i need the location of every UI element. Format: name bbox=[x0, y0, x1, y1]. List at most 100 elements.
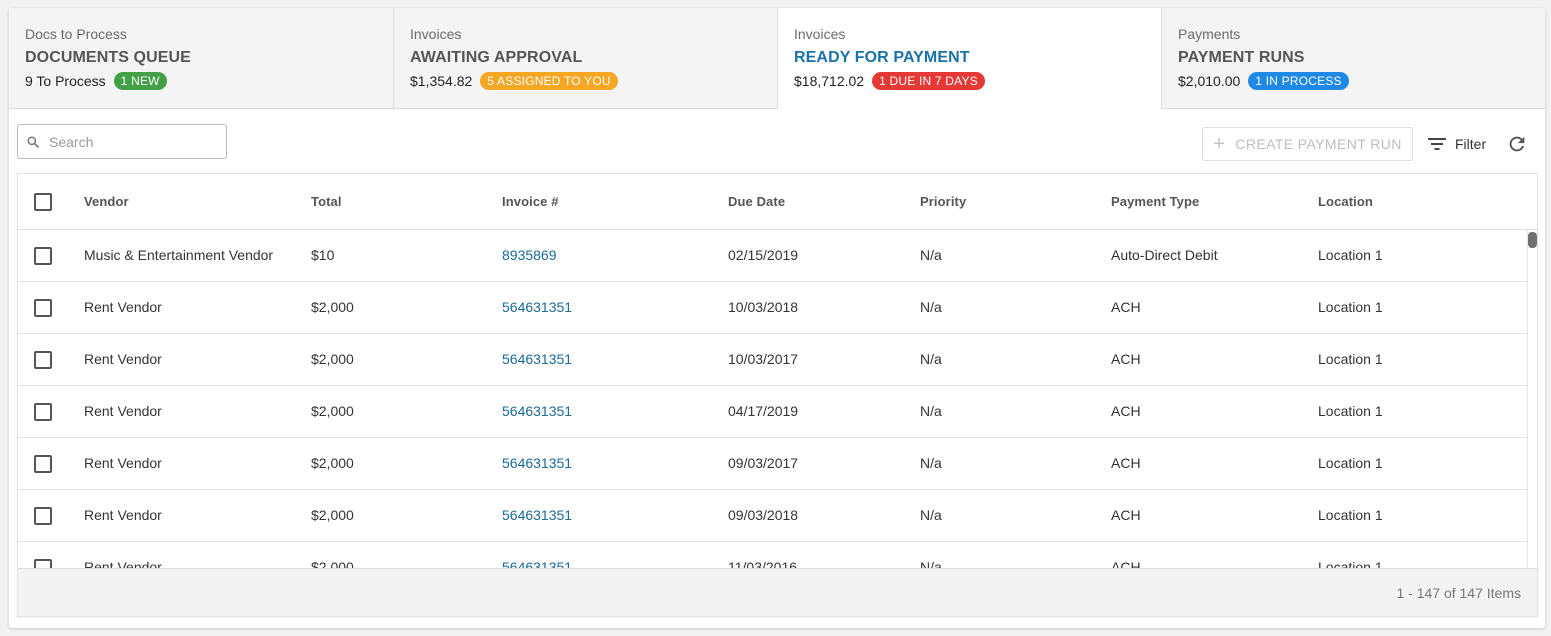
invoice-link[interactable]: 564631351 bbox=[502, 386, 572, 437]
cell-total: $2,000 bbox=[311, 403, 354, 419]
tab-amount: $2,010.00 bbox=[1178, 73, 1241, 89]
column-header-invoice[interactable]: Invoice # bbox=[502, 174, 559, 230]
cell-location: Location 1 bbox=[1318, 559, 1383, 568]
grid-header: Vendor Total Invoice # Due Date Priority… bbox=[18, 174, 1537, 230]
tab-stat: $2,010.00 1 IN PROCESS bbox=[1178, 72, 1529, 90]
cell-vendor: Rent Vendor bbox=[84, 299, 162, 315]
cell-priority: N/a bbox=[920, 559, 942, 568]
invoice-dashboard: Docs to Process DOCUMENTS QUEUE 9 To Pro… bbox=[9, 8, 1545, 628]
table-row[interactable]: Rent Vendor $2,000 564631351 09/03/2017 … bbox=[18, 438, 1527, 490]
cell-priority: N/a bbox=[920, 299, 942, 315]
search-box[interactable] bbox=[17, 124, 227, 159]
tab-payment-runs[interactable]: Payments PAYMENT RUNS $2,010.00 1 IN PRO… bbox=[1161, 8, 1545, 109]
create-payment-run-label: CREATE PAYMENT RUN bbox=[1235, 136, 1402, 152]
cell-due-date: 09/03/2018 bbox=[728, 507, 799, 523]
tab-stat: 9 To Process 1 NEW bbox=[25, 72, 377, 90]
tab-awaiting-approval[interactable]: Invoices AWAITING APPROVAL $1,354.82 5 A… bbox=[393, 8, 777, 109]
table-row[interactable]: Rent Vendor $2,000 564631351 11/03/2016 … bbox=[18, 542, 1527, 568]
tab-documents-queue[interactable]: Docs to Process DOCUMENTS QUEUE 9 To Pro… bbox=[9, 8, 393, 109]
row-checkbox[interactable] bbox=[34, 351, 52, 369]
tab-amount: 9 To Process bbox=[25, 73, 106, 89]
column-header-location[interactable]: Location bbox=[1318, 174, 1373, 230]
cell-total: $10 bbox=[311, 247, 335, 263]
cell-due-date: 04/17/2019 bbox=[728, 403, 799, 419]
cell-due-date: 02/15/2019 bbox=[728, 247, 799, 263]
vertical-scrollbar[interactable] bbox=[1527, 230, 1537, 568]
row-checkbox[interactable] bbox=[34, 507, 52, 525]
plus-icon: + bbox=[1213, 132, 1226, 155]
status-badge: 1 DUE IN 7 DAYS bbox=[872, 72, 985, 90]
tab-overline: Docs to Process bbox=[25, 26, 127, 42]
row-checkbox[interactable] bbox=[34, 455, 52, 473]
cell-vendor: Rent Vendor bbox=[84, 351, 162, 367]
invoice-link[interactable]: 8935869 bbox=[502, 230, 557, 281]
create-payment-run-button[interactable]: + CREATE PAYMENT RUN bbox=[1202, 127, 1413, 161]
cell-vendor: Rent Vendor bbox=[84, 559, 162, 568]
row-checkbox[interactable] bbox=[34, 299, 52, 317]
cell-location: Location 1 bbox=[1318, 507, 1383, 523]
cell-payment-type: ACH bbox=[1111, 351, 1141, 367]
pager-info: 1 - 147 of 147 Items bbox=[1396, 585, 1521, 601]
grid-body: Music & Entertainment Vendor $10 8935869… bbox=[18, 230, 1537, 568]
cell-priority: N/a bbox=[920, 403, 942, 419]
column-header-payment-type[interactable]: Payment Type bbox=[1111, 174, 1199, 230]
filter-button[interactable]: Filter bbox=[1427, 134, 1486, 154]
select-all-checkbox[interactable] bbox=[34, 193, 52, 211]
cell-location: Location 1 bbox=[1318, 455, 1383, 471]
cell-due-date: 11/03/2016 bbox=[728, 559, 798, 568]
tab-amount: $1,354.82 bbox=[410, 73, 473, 89]
cell-due-date: 09/03/2017 bbox=[728, 455, 799, 471]
status-badge: 1 IN PROCESS bbox=[1248, 72, 1349, 90]
table-row[interactable]: Music & Entertainment Vendor $10 8935869… bbox=[18, 230, 1527, 282]
cell-vendor: Rent Vendor bbox=[84, 507, 162, 523]
row-checkbox[interactable] bbox=[34, 247, 52, 265]
cell-vendor: Rent Vendor bbox=[84, 403, 162, 419]
cell-priority: N/a bbox=[920, 247, 942, 263]
cell-payment-type: ACH bbox=[1111, 299, 1141, 315]
invoice-grid: Vendor Total Invoice # Due Date Priority… bbox=[17, 173, 1538, 617]
cell-due-date: 10/03/2018 bbox=[728, 299, 799, 315]
tab-amount: $18,712.02 bbox=[794, 73, 865, 89]
refresh-icon[interactable] bbox=[1506, 133, 1528, 155]
cell-priority: N/a bbox=[920, 455, 942, 471]
cell-payment-type: ACH bbox=[1111, 455, 1141, 471]
search-input[interactable] bbox=[49, 133, 209, 150]
table-row[interactable]: Rent Vendor $2,000 564631351 09/03/2018 … bbox=[18, 490, 1527, 542]
invoice-link[interactable]: 564631351 bbox=[502, 438, 572, 489]
cell-payment-type: ACH bbox=[1111, 507, 1141, 523]
column-header-total[interactable]: Total bbox=[311, 174, 342, 230]
tab-title: DOCUMENTS QUEUE bbox=[25, 49, 191, 66]
column-header-vendor[interactable]: Vendor bbox=[84, 174, 129, 230]
table-row[interactable]: Rent Vendor $2,000 564631351 10/03/2017 … bbox=[18, 334, 1527, 386]
tab-title: AWAITING APPROVAL bbox=[410, 49, 583, 66]
filter-icon bbox=[1428, 138, 1446, 150]
invoice-link[interactable]: 564631351 bbox=[502, 542, 572, 568]
column-header-priority[interactable]: Priority bbox=[920, 174, 966, 230]
invoice-link[interactable]: 564631351 bbox=[502, 282, 572, 333]
tab-stat: $18,712.02 1 DUE IN 7 DAYS bbox=[794, 72, 1145, 90]
row-checkbox[interactable] bbox=[34, 559, 52, 568]
search-icon bbox=[27, 135, 39, 148]
cell-due-date: 10/03/2017 bbox=[728, 351, 799, 367]
cell-total: $2,000 bbox=[311, 559, 354, 568]
invoice-link[interactable]: 564631351 bbox=[502, 490, 572, 541]
cell-total: $2,000 bbox=[311, 455, 354, 471]
grid-footer: 1 - 147 of 147 Items bbox=[18, 568, 1537, 616]
column-header-due-date[interactable]: Due Date bbox=[728, 174, 785, 230]
cell-vendor: Music & Entertainment Vendor bbox=[84, 247, 274, 263]
row-checkbox[interactable] bbox=[34, 403, 52, 421]
invoice-link[interactable]: 564631351 bbox=[502, 334, 572, 385]
cell-total: $2,000 bbox=[311, 507, 354, 523]
status-badge: 1 NEW bbox=[113, 72, 167, 90]
table-row[interactable]: Rent Vendor $2,000 564631351 10/03/2018 … bbox=[18, 282, 1527, 334]
cell-total: $2,000 bbox=[311, 351, 354, 367]
tab-overline: Invoices bbox=[410, 26, 462, 42]
tab-ready-for-payment[interactable]: Invoices READY FOR PAYMENT $18,712.02 1 … bbox=[777, 8, 1161, 109]
filter-label: Filter bbox=[1455, 136, 1487, 152]
cell-total: $2,000 bbox=[311, 299, 354, 315]
scrollbar-thumb[interactable] bbox=[1528, 232, 1537, 248]
cell-payment-type: ACH bbox=[1111, 559, 1141, 568]
cell-payment-type: Auto-Direct Debit bbox=[1111, 247, 1218, 263]
table-row[interactable]: Rent Vendor $2,000 564631351 04/17/2019 … bbox=[18, 386, 1527, 438]
status-tabs: Docs to Process DOCUMENTS QUEUE 9 To Pro… bbox=[9, 8, 1545, 109]
